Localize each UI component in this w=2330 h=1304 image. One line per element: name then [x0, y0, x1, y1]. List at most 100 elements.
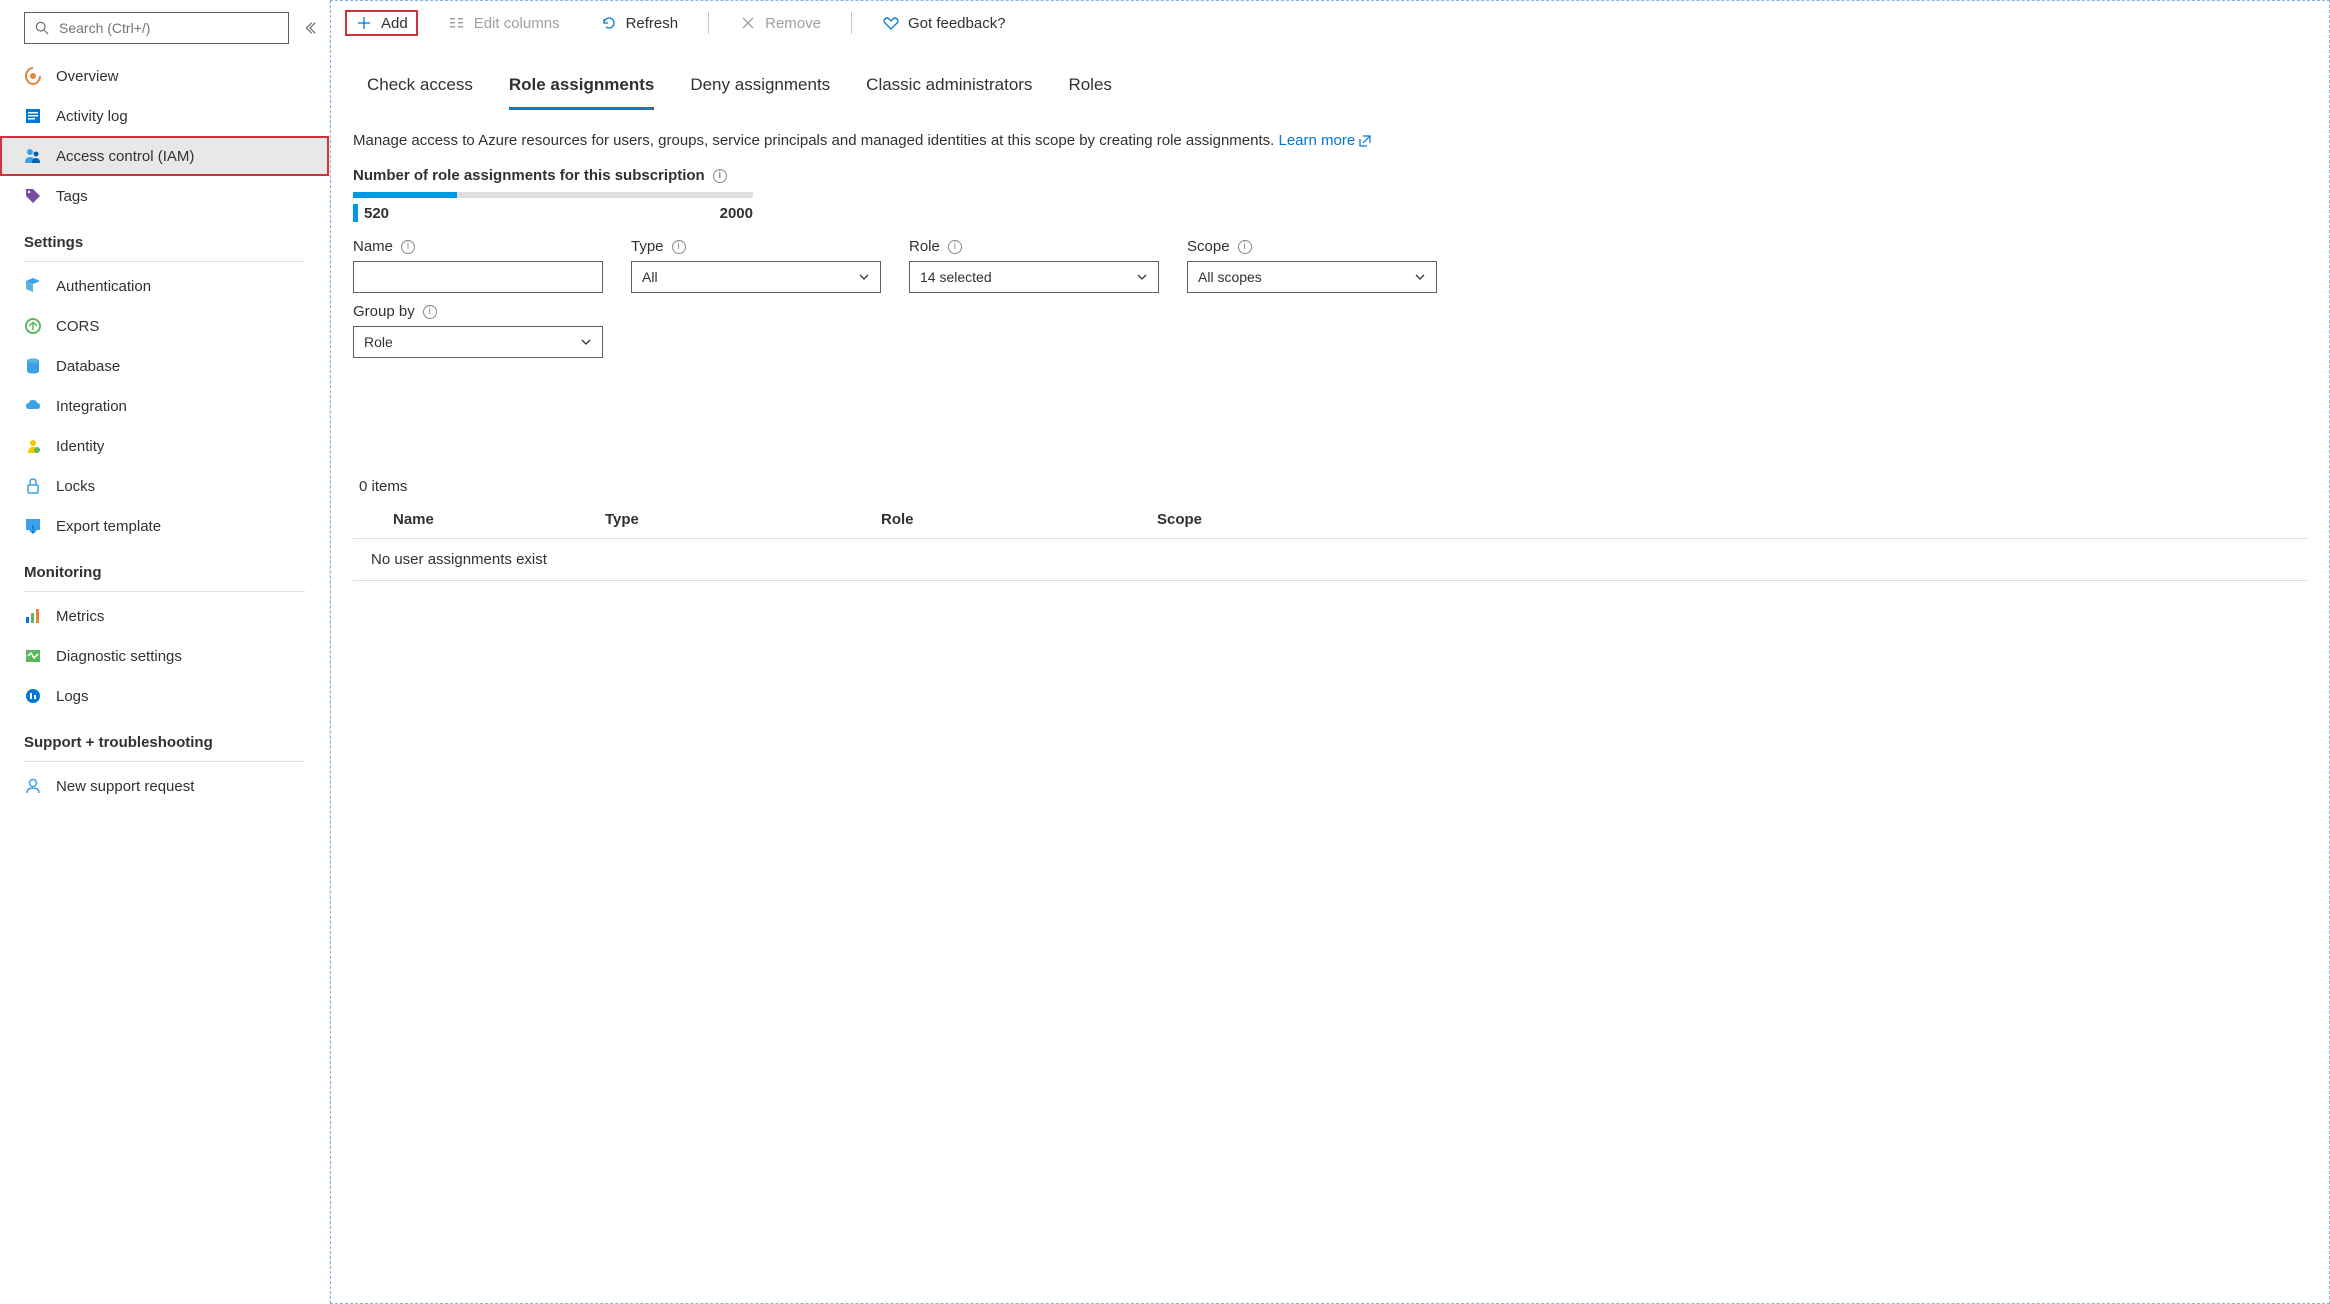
sidebar-item-label: Integration	[56, 398, 127, 415]
col-role[interactable]: Role	[881, 511, 1157, 528]
toolbar: Add Edit columns Refresh Remove Got feed…	[331, 1, 2329, 45]
col-name[interactable]: Name	[353, 511, 605, 528]
sidebar-item-database[interactable]: Database	[0, 346, 329, 386]
col-type[interactable]: Type	[605, 511, 881, 528]
section-support: Support + troubleshooting	[0, 716, 329, 757]
progress-bar	[353, 192, 753, 198]
divider	[24, 591, 305, 592]
info-icon[interactable]: i	[401, 240, 415, 254]
sidebar-item-cors[interactable]: CORS	[0, 306, 329, 346]
counter-current: 520	[364, 205, 389, 222]
refresh-label: Refresh	[626, 15, 679, 32]
locks-icon	[24, 477, 42, 495]
edit-columns-button[interactable]: Edit columns	[438, 10, 570, 36]
section-monitoring: Monitoring	[0, 546, 329, 587]
remove-label: Remove	[765, 15, 821, 32]
tabs: Check access Role assignments Deny assig…	[353, 69, 2307, 110]
search-box[interactable]	[24, 12, 289, 44]
chevron-down-icon	[1136, 271, 1148, 283]
sidebar-item-label: Access control (IAM)	[56, 148, 194, 165]
chevron-down-icon	[580, 336, 592, 348]
metrics-icon	[24, 607, 42, 625]
sidebar-item-overview[interactable]: Overview	[0, 56, 329, 96]
sidebar-item-identity[interactable]: Identity	[0, 426, 329, 466]
info-icon[interactable]: i	[423, 305, 437, 319]
overview-icon	[24, 67, 42, 85]
sidebar-item-label: Metrics	[56, 608, 104, 625]
info-icon[interactable]: i	[1238, 240, 1252, 254]
edit-columns-label: Edit columns	[474, 15, 560, 32]
tab-deny-assignments[interactable]: Deny assignments	[690, 69, 830, 110]
remove-icon	[739, 14, 757, 32]
info-icon[interactable]: i	[948, 240, 962, 254]
sidebar-item-label: New support request	[56, 778, 194, 795]
sidebar-item-label: Authentication	[56, 278, 151, 295]
sidebar-item-label: Locks	[56, 478, 95, 495]
sidebar-item-logs[interactable]: Logs	[0, 676, 329, 716]
filter-groupby-label: Group by	[353, 303, 415, 320]
col-scope[interactable]: Scope	[1157, 511, 2307, 528]
counter-section: Number of role assignments for this subs…	[353, 167, 2307, 222]
chevron-down-icon	[1414, 271, 1426, 283]
sidebar-item-access-control[interactable]: Access control (IAM)	[0, 136, 329, 176]
activity-log-icon	[24, 107, 42, 125]
description: Manage access to Azure resources for use…	[353, 132, 2307, 149]
sidebar-item-label: Database	[56, 358, 120, 375]
divider	[24, 761, 305, 762]
sidebar-item-label: Activity log	[56, 108, 128, 125]
search-input[interactable]	[59, 20, 278, 36]
sidebar-item-tags[interactable]: Tags	[0, 176, 329, 216]
cors-icon	[24, 317, 42, 335]
sidebar-item-label: Export template	[56, 518, 161, 535]
collapse-sidebar-button[interactable]	[303, 21, 317, 35]
filter-name-input[interactable]	[353, 261, 603, 293]
sidebar-item-label: Overview	[56, 68, 119, 85]
sidebar: Overview Activity log Access control (IA…	[0, 0, 330, 1304]
sidebar-item-label: CORS	[56, 318, 99, 335]
refresh-button[interactable]: Refresh	[590, 10, 689, 36]
filter-type-select[interactable]: All	[631, 261, 881, 293]
identity-icon	[24, 437, 42, 455]
heart-icon	[882, 14, 900, 32]
counter-max: 2000	[720, 205, 753, 222]
tags-icon	[24, 187, 42, 205]
sidebar-item-authentication[interactable]: Authentication	[0, 266, 329, 306]
sidebar-item-label: Logs	[56, 688, 89, 705]
filter-scope-select[interactable]: All scopes	[1187, 261, 1437, 293]
filter-role-label: Role	[909, 238, 940, 255]
add-button[interactable]: Add	[345, 10, 418, 36]
columns-icon	[448, 14, 466, 32]
feedback-button[interactable]: Got feedback?	[872, 10, 1016, 36]
tab-role-assignments[interactable]: Role assignments	[509, 69, 655, 110]
refresh-icon	[600, 14, 618, 32]
sidebar-item-label: Tags	[56, 188, 88, 205]
sidebar-item-label: Diagnostic settings	[56, 648, 182, 665]
learn-more-link[interactable]: Learn more	[1278, 132, 1371, 149]
sidebar-item-new-support-request[interactable]: New support request	[0, 766, 329, 806]
sidebar-item-metrics[interactable]: Metrics	[0, 596, 329, 636]
diagnostic-icon	[24, 647, 42, 665]
chevron-down-icon	[858, 271, 870, 283]
info-icon[interactable]: i	[672, 240, 686, 254]
sidebar-item-export-template[interactable]: Export template	[0, 506, 329, 546]
filter-scope-label: Scope	[1187, 238, 1230, 255]
sidebar-item-label: Identity	[56, 438, 104, 455]
sidebar-item-locks[interactable]: Locks	[0, 466, 329, 506]
tab-classic-admins[interactable]: Classic administrators	[866, 69, 1032, 110]
sidebar-item-activity-log[interactable]: Activity log	[0, 96, 329, 136]
toolbar-separator	[851, 12, 852, 34]
access-control-icon	[24, 147, 42, 165]
sidebar-item-diagnostic-settings[interactable]: Diagnostic settings	[0, 636, 329, 676]
filter-name-label: Name	[353, 238, 393, 255]
support-icon	[24, 777, 42, 795]
tab-check-access[interactable]: Check access	[367, 69, 473, 110]
filter-role-select[interactable]: 14 selected	[909, 261, 1159, 293]
toolbar-separator	[708, 12, 709, 34]
sidebar-item-integration[interactable]: Integration	[0, 386, 329, 426]
remove-button[interactable]: Remove	[729, 10, 831, 36]
filter-groupby-select[interactable]: Role	[353, 326, 603, 358]
tab-roles[interactable]: Roles	[1068, 69, 1111, 110]
table-header: Name Type Role Scope	[353, 503, 2307, 539]
info-icon[interactable]: i	[713, 169, 727, 183]
search-icon	[35, 21, 49, 35]
